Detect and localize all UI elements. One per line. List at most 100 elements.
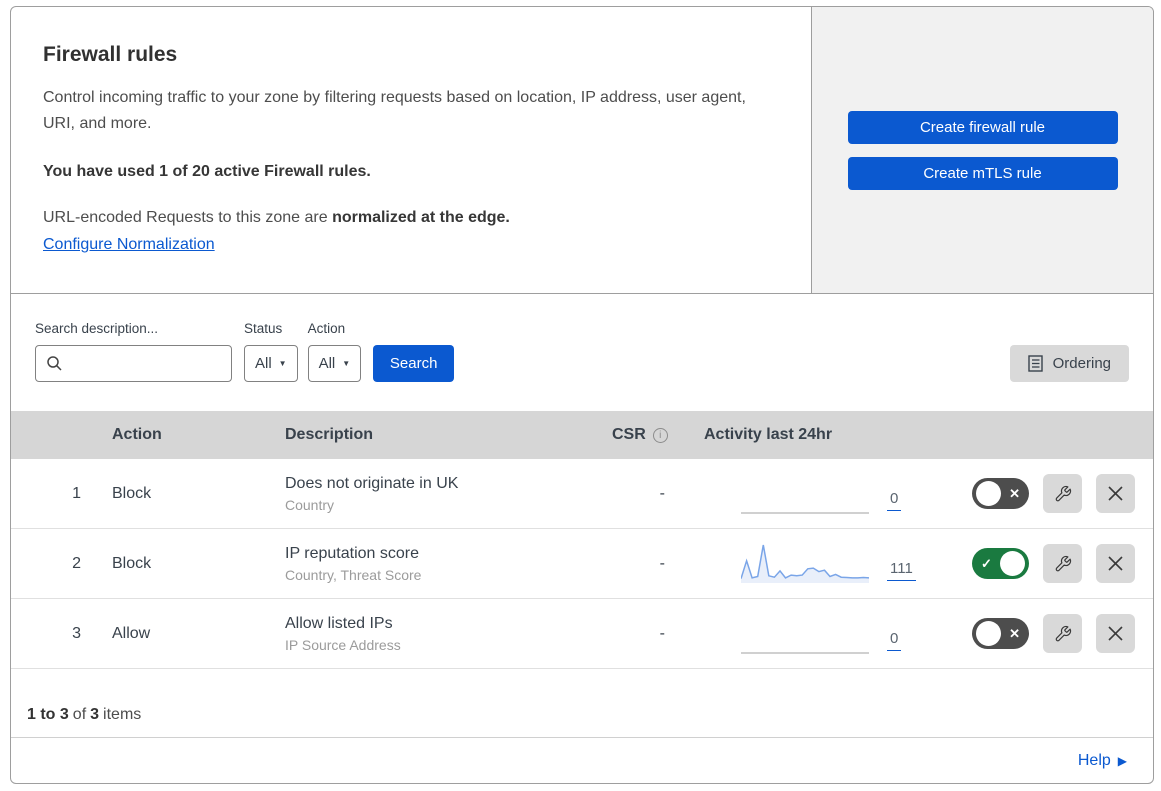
help-label: Help — [1077, 751, 1111, 769]
rule-action: Allow — [112, 624, 151, 642]
activity-count-link[interactable]: 111 — [887, 560, 916, 581]
status-filter-group: Status All ▼ — [244, 320, 298, 382]
rule-controls: ✕ — [926, 474, 1153, 513]
rule-fields: Country — [285, 496, 335, 513]
rule-description: IP reputation score — [285, 544, 420, 562]
pagination-summary: 1 to 3 of 3 items — [11, 669, 1153, 738]
configure-normalization-link[interactable]: Configure Normalization — [43, 236, 215, 253]
rule-fields: Country, Threat Score — [285, 566, 422, 583]
close-icon — [1108, 556, 1123, 571]
help-bar: Help ▶ — [11, 738, 1153, 783]
rule-csr: - — [659, 624, 665, 642]
delete-rule-button[interactable] — [1096, 474, 1135, 513]
rule-priority: 3 — [72, 624, 81, 642]
page-description: Control incoming traffic to your zone by… — [43, 89, 746, 132]
rule-activity-cell: 111 — [681, 543, 926, 585]
edit-rule-button[interactable] — [1043, 474, 1082, 513]
status-label: Status — [244, 321, 283, 336]
ordering-list-icon — [1027, 354, 1043, 372]
info-icon[interactable]: i — [652, 427, 668, 443]
intro-section: Firewall rules Control incoming traffic … — [11, 7, 1153, 294]
activity-count-link[interactable]: 0 — [887, 490, 902, 511]
activity-sparkline — [741, 651, 869, 654]
chevron-down-icon: ▼ — [278, 359, 287, 368]
table-row: 3 Allow Allow listed IPs IP Source Addre… — [11, 599, 1153, 669]
rule-fields: IP Source Address — [285, 636, 401, 653]
table-row: 1 Block Does not originate in UK Country… — [11, 459, 1153, 529]
table-header: Action Description CSR i Activity last 2… — [11, 411, 1153, 459]
activity-count-link[interactable]: 0 — [887, 630, 902, 651]
close-icon — [1108, 626, 1123, 641]
wrench-icon — [1055, 485, 1071, 501]
rule-description-cell: Allow listed IPs IP Source Address — [271, 615, 591, 653]
create-mtls-rule-button[interactable]: Create mTLS rule — [847, 156, 1118, 190]
rule-action: Block — [112, 484, 152, 502]
page-title: Firewall rules — [43, 43, 178, 66]
search-input[interactable] — [35, 345, 232, 382]
ordering-button[interactable]: Ordering — [1009, 345, 1129, 382]
search-box — [35, 345, 232, 382]
rule-priority: 2 — [72, 554, 81, 572]
rule-enabled-toggle[interactable]: ✕ — [972, 618, 1029, 649]
toggle-knob — [976, 621, 1001, 646]
wrench-icon — [1055, 625, 1071, 641]
rule-priority: 1 — [72, 484, 81, 502]
rule-enabled-toggle[interactable]: ✓ — [972, 548, 1029, 579]
rule-activity-cell: 0 — [681, 613, 926, 655]
usage-summary: You have used 1 of 20 active Firewall ru… — [43, 163, 371, 180]
action-filter-group: Action All ▼ — [307, 320, 362, 382]
search-label: Search description... — [35, 321, 159, 336]
firewall-rules-card: Firewall rules Control incoming traffic … — [10, 6, 1154, 784]
intro-text-block: Firewall rules Control incoming traffic … — [11, 7, 811, 293]
wrench-icon — [1055, 555, 1071, 571]
rule-description: Allow listed IPs — [285, 614, 393, 632]
firewall-rules-page: Firewall rules Control incoming traffic … — [0, 0, 1161, 791]
rule-enabled-toggle[interactable]: ✕ — [972, 478, 1029, 509]
items-range: 1 to 3 — [27, 706, 69, 723]
activity-sparkline — [741, 511, 869, 514]
help-arrow-icon: ▶ — [1117, 753, 1127, 768]
rule-csr: - — [659, 484, 665, 502]
help-link[interactable]: Help ▶ — [1078, 752, 1127, 770]
rule-csr: - — [659, 554, 665, 572]
delete-rule-button[interactable] — [1096, 614, 1135, 653]
csr-header-label: CSR — [612, 426, 646, 443]
normalization-prefix: URL-encoded Requests to this zone are — [43, 209, 333, 226]
col-csr-header: CSR i — [591, 426, 681, 444]
search-icon — [47, 356, 62, 371]
rule-description-cell: IP reputation score Country, Threat Scor… — [271, 545, 591, 583]
col-action-header: Action — [112, 426, 162, 443]
toggle-state-icon: ✓ — [981, 555, 992, 571]
of-word: of — [72, 706, 87, 723]
rule-description: Does not originate in UK — [285, 474, 459, 492]
normalization-text: URL-encoded Requests to this zone are no… — [43, 209, 771, 227]
rule-activity-cell: 0 — [681, 473, 926, 515]
rule-controls: ✓ — [926, 544, 1153, 583]
status-value: All — [255, 355, 272, 372]
action-label: Action — [307, 321, 346, 336]
action-value: All — [318, 355, 336, 372]
rule-action: Block — [112, 554, 152, 572]
items-total: 3 — [90, 706, 100, 723]
normalization-bold: normalized at the edge. — [332, 209, 510, 226]
items-word: items — [103, 706, 142, 723]
toggle-knob — [976, 481, 1001, 506]
action-dropdown[interactable]: All ▼ — [307, 345, 362, 382]
filter-bar: Search description... Status All ▼ Actio… — [11, 294, 1153, 411]
rule-description-cell: Does not originate in UK Country — [271, 475, 591, 513]
search-group: Search description... — [35, 320, 232, 382]
edit-rule-button[interactable] — [1043, 544, 1082, 583]
delete-rule-button[interactable] — [1096, 544, 1135, 583]
close-icon — [1108, 486, 1123, 501]
status-dropdown[interactable]: All ▼ — [244, 345, 298, 382]
col-activity-header: Activity last 24hr — [704, 426, 833, 443]
ordering-label: Ordering — [1052, 355, 1111, 372]
edit-rule-button[interactable] — [1043, 614, 1082, 653]
toggle-state-icon: ✕ — [1009, 625, 1020, 641]
col-description-header: Description — [285, 426, 374, 443]
activity-sparkline — [741, 544, 869, 583]
chevron-down-icon: ▼ — [342, 359, 351, 368]
create-firewall-rule-button[interactable]: Create firewall rule — [847, 110, 1118, 144]
search-button[interactable]: Search — [373, 345, 455, 382]
toggle-knob — [1000, 551, 1025, 576]
